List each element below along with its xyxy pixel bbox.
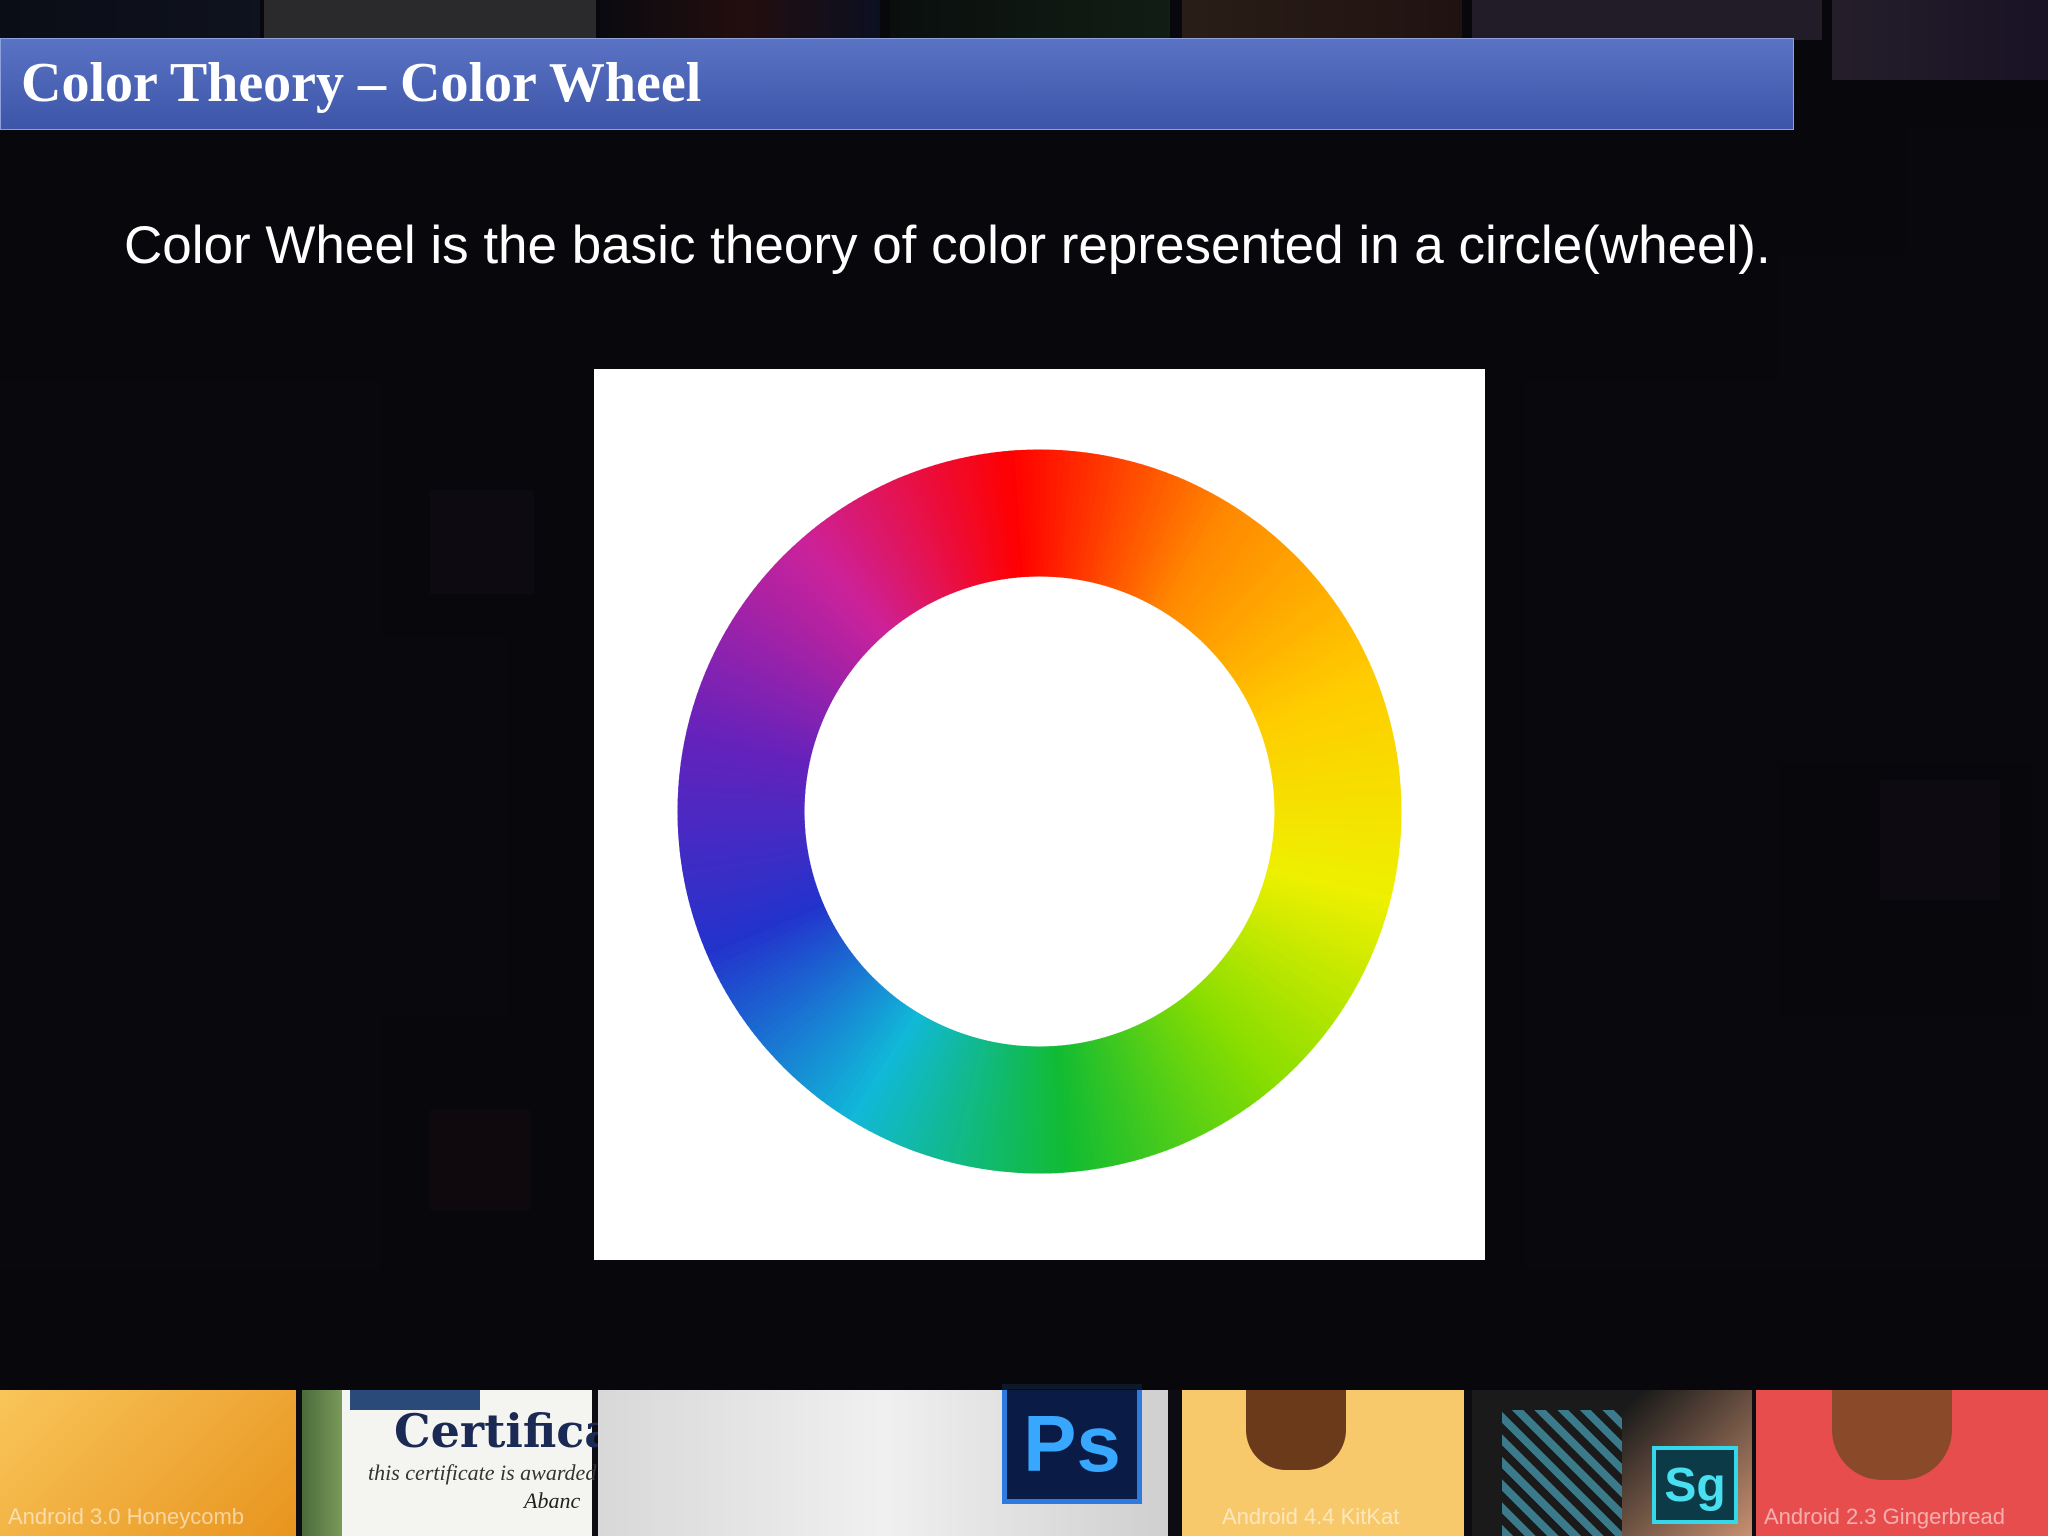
slide-title: Color Theory – Color Wheel bbox=[21, 52, 702, 114]
kitkat-label: Android 4.4 KitKat bbox=[1222, 1504, 1400, 1529]
thumb-honeycomb: Android 3.0 Honeycomb bbox=[0, 1390, 296, 1536]
speedgrade-icon: Sg bbox=[1652, 1446, 1738, 1524]
certificate-line: this certificate is awarded . bbox=[368, 1460, 608, 1485]
thumb-kitkat: Android 4.4 KitKat bbox=[1182, 1390, 1464, 1536]
thumb-gingerbread: Android 2.3 Gingerbread bbox=[1756, 1390, 2048, 1536]
slide-subtitle: Color Wheel is the basic theory of color… bbox=[124, 216, 1771, 275]
honeycomb-label: Android 3.0 Honeycomb bbox=[8, 1504, 245, 1529]
photoshop-icon: Ps bbox=[1002, 1384, 1142, 1504]
title-bar: Color Theory – Color Wheel bbox=[0, 38, 1794, 130]
color-wheel-icon bbox=[677, 449, 1402, 1174]
certificate-name: Abanc bbox=[524, 1488, 581, 1513]
gingerbread-label: Android 2.3 Gingerbread bbox=[1764, 1504, 2005, 1529]
color-wheel-figure bbox=[594, 369, 1485, 1260]
